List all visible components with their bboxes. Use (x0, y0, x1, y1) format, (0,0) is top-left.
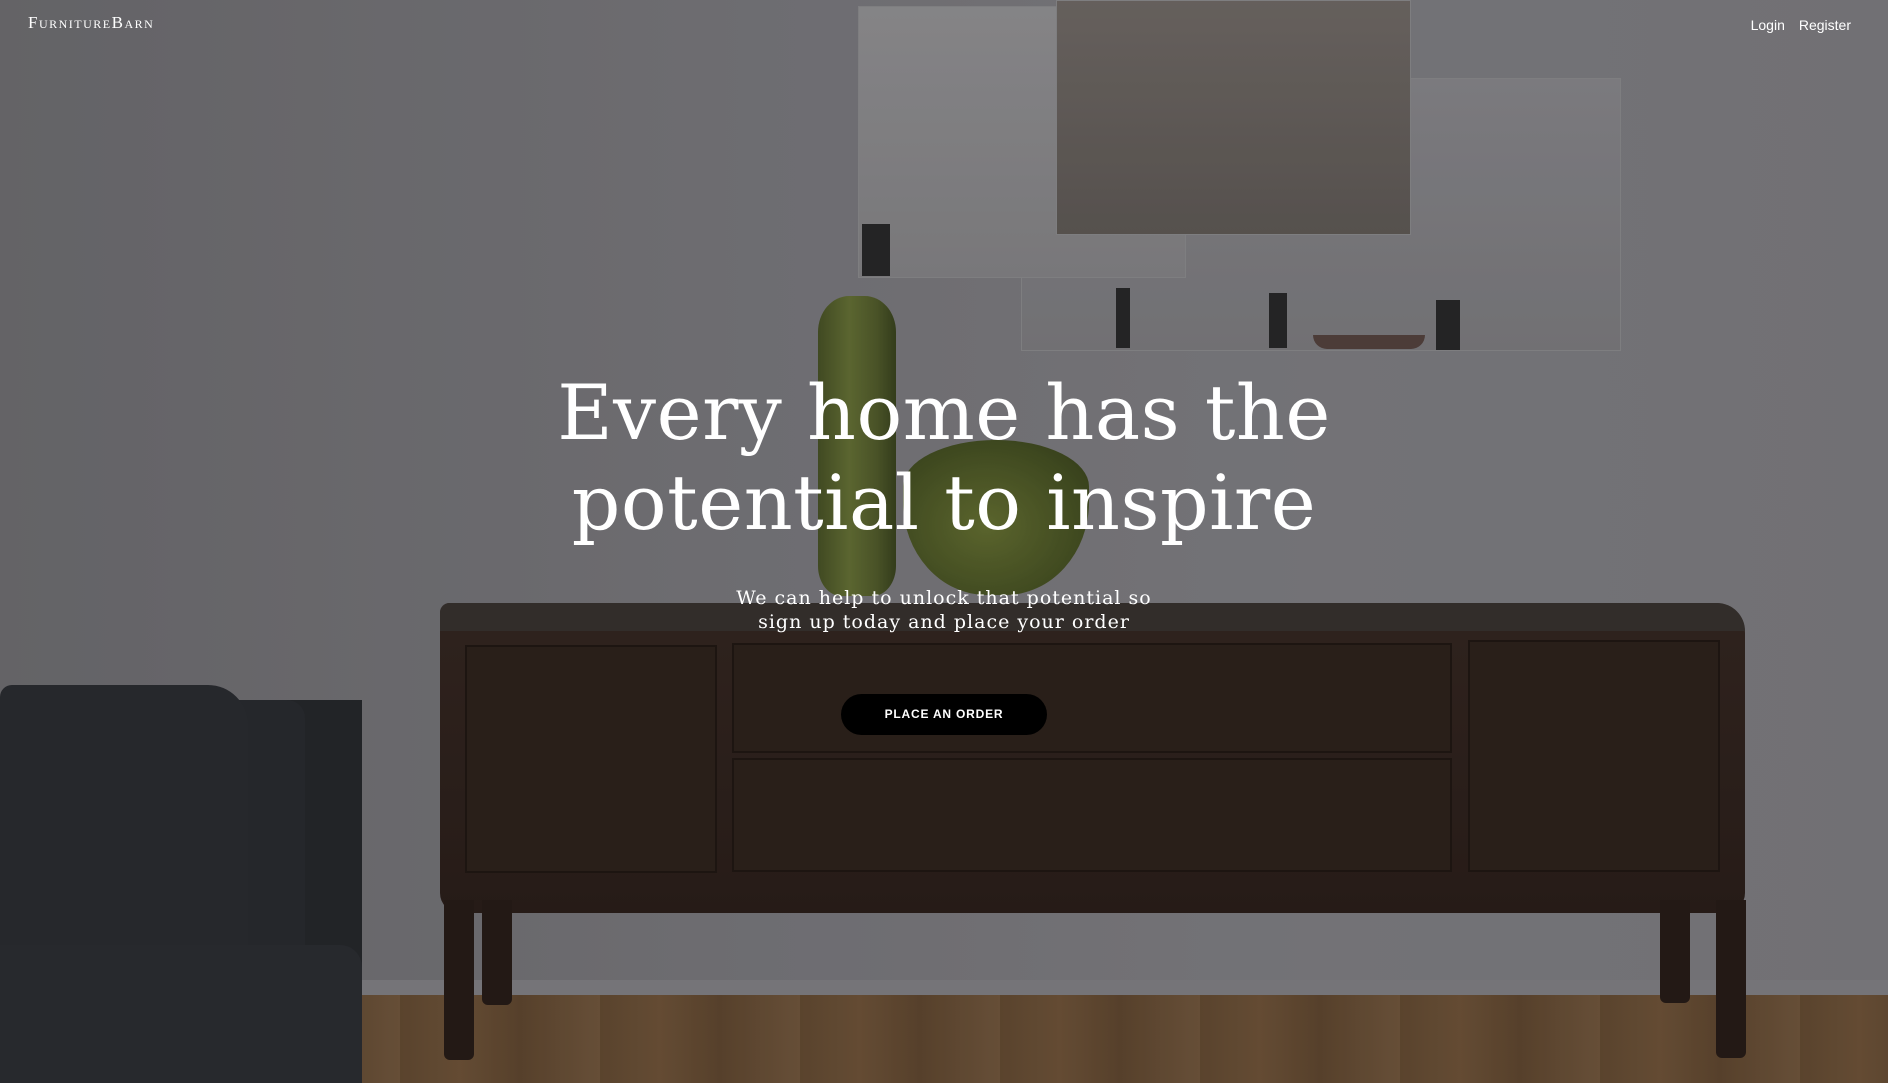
hero-subtitle-line2: sign up today and place your order (758, 611, 1130, 633)
hero-section: Every home has the potential to inspire … (0, 368, 1888, 735)
brand-logo[interactable]: FurnitureBarn (28, 13, 154, 33)
hero-subtitle-line1: We can help to unlock that potential so (736, 587, 1152, 609)
place-order-button[interactable]: PLACE AN ORDER (841, 694, 1047, 735)
hero-subtitle: We can help to unlock that potential so … (734, 586, 1154, 634)
login-link[interactable]: Login (1751, 17, 1785, 33)
landing-page: FurnitureBarn Login Register Every home … (0, 0, 1888, 1083)
hero-title-line1: Every home has the (557, 368, 1331, 457)
register-link[interactable]: Register (1799, 17, 1851, 33)
header-nav: Login Register (1751, 17, 1851, 33)
site-header: FurnitureBarn Login Register (0, 0, 1888, 52)
hero-title-line2: potential to inspire (571, 458, 1317, 547)
hero-title: Every home has the potential to inspire (0, 368, 1888, 548)
